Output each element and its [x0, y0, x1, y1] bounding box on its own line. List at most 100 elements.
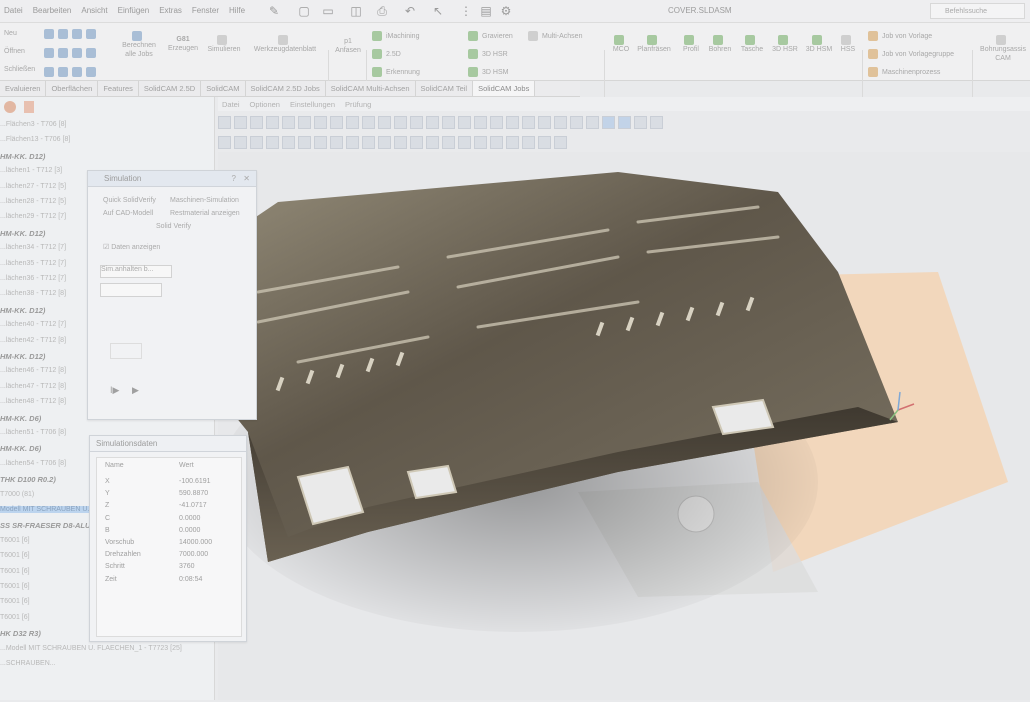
traffic-light-icon[interactable]: ⋮ — [458, 3, 474, 19]
view-tool-button[interactable] — [602, 115, 615, 129]
menu-5[interactable]: Fenster — [192, 6, 219, 15]
drill-button[interactable]: Bohren — [706, 35, 734, 54]
tree-item[interactable]: ...Flächen13 - T706 [8] — [0, 136, 70, 143]
view-tool-button[interactable] — [298, 115, 311, 129]
view-menu-1[interactable]: Optionen — [250, 100, 280, 109]
view-tool-button[interactable] — [250, 115, 263, 129]
view-tool-button[interactable] — [266, 135, 279, 149]
tab-8[interactable]: SolidCAM Jobs — [473, 81, 536, 96]
pin-icon[interactable]: ✎ — [266, 3, 282, 19]
tab-cad-model[interactable]: Auf CAD-Modell — [103, 210, 153, 217]
simulation-data-dialog[interactable]: Simulationsdaten Name Wert X -100.6191 Y 590… — [89, 435, 247, 642]
job-from-template-group-button[interactable]: Job von Vorlagegruppe — [868, 49, 954, 59]
engrave-button[interactable]: Gravieren — [468, 31, 513, 41]
view-tool-button[interactable] — [378, 115, 391, 129]
view-tool-button[interactable] — [234, 115, 247, 129]
multi-axis-button[interactable]: Multi-Achsen — [528, 31, 582, 41]
tab-4[interactable]: SolidCAM — [201, 81, 246, 96]
view-tool-button[interactable] — [282, 135, 295, 149]
calculate-all-jobs-button[interactable]: Berechnen alle Jobs — [118, 31, 160, 59]
tree-item[interactable]: ...lächen54 - T706 [8] — [0, 460, 66, 467]
view-menu-0[interactable]: Datei — [222, 100, 240, 109]
view-tool-button[interactable] — [426, 135, 439, 149]
tab-2[interactable]: Features — [98, 81, 139, 96]
options-icon[interactable]: ▤ — [478, 3, 494, 19]
new-document-icon[interactable]: ▢ — [296, 3, 312, 19]
view-tool-button[interactable] — [442, 135, 455, 149]
menu-6[interactable]: Hilfe — [229, 6, 245, 15]
view-tool-button[interactable] — [330, 115, 343, 129]
tree-item[interactable]: T6001 [6] — [0, 568, 30, 575]
tree-item[interactable]: HM-KK. D12) — [0, 229, 45, 238]
menu-2[interactable]: Ansicht — [81, 6, 107, 15]
tree-item[interactable]: ...lächen35 - T712 [7] — [0, 260, 66, 267]
tree-item[interactable]: HM-KK. D12) — [0, 352, 45, 361]
menu-0[interactable]: Datei — [4, 6, 23, 15]
view-tool-button[interactable] — [314, 115, 327, 129]
play-step-button[interactable]: I▶ — [110, 385, 119, 396]
view-tool-button[interactable] — [554, 115, 567, 129]
view-tool-button[interactable] — [266, 115, 279, 129]
tab-3[interactable]: SolidCAM 2.5D — [139, 81, 202, 96]
view-tool-button[interactable] — [282, 115, 295, 129]
tool-icon[interactable] — [24, 101, 35, 113]
mco-button[interactable]: MCO — [610, 35, 632, 54]
menu-3[interactable]: Einfügen — [118, 6, 150, 15]
view-tool-button[interactable] — [586, 115, 599, 129]
view-tool-button[interactable] — [618, 115, 631, 129]
tree-item[interactable]: ...lächen27 - T712 [5] — [0, 183, 66, 190]
pocket-button[interactable]: Tasche — [738, 35, 766, 54]
tree-item[interactable]: T6001 [6] — [0, 552, 30, 559]
view-tool-button[interactable] — [458, 115, 471, 129]
menu-1[interactable]: Bearbeiten — [33, 6, 72, 15]
view-tool-button[interactable] — [394, 115, 407, 129]
gear-icon[interactable]: ⚙ — [498, 3, 514, 19]
view-tool-button[interactable] — [346, 115, 359, 129]
3d-hsm-button[interactable]: 3D HSM — [468, 67, 508, 77]
view-tool-button[interactable] — [506, 135, 519, 149]
view-tool-button[interactable] — [474, 115, 487, 129]
view-tool-button[interactable] — [218, 115, 231, 129]
view-tool-button[interactable] — [250, 135, 263, 149]
generate-button[interactable]: G81 Erzeugen — [166, 35, 200, 53]
tab-solid-verify[interactable]: Solid Verify — [156, 223, 191, 230]
tree-item[interactable]: ...SCHRAUBEN... — [0, 660, 56, 667]
cam-tree-icon[interactable] — [4, 101, 16, 113]
tree-item[interactable]: ...lächen40 - T712 [7] — [0, 321, 66, 328]
tree-item[interactable]: ...lächen36 - T712 [7] — [0, 275, 66, 282]
view-tool-button[interactable] — [410, 115, 423, 129]
attach-button[interactable]: p1 Anfasen — [332, 37, 364, 55]
view-tool-button[interactable] — [554, 135, 567, 149]
view-tool-button[interactable] — [346, 135, 359, 149]
view-menu-3[interactable]: Prüfung — [345, 100, 371, 109]
view-tool-button[interactable] — [410, 135, 423, 149]
select-arrow-icon[interactable]: ↖ — [430, 3, 446, 19]
tree-item[interactable]: THK D100 R0.2) — [0, 475, 56, 484]
tab-rest-material[interactable]: Restmaterial anzeigen — [170, 210, 240, 217]
view-tool-button[interactable] — [458, 135, 471, 149]
view-tool-button[interactable] — [474, 135, 487, 149]
tab-0[interactable]: Evaluieren — [0, 81, 47, 96]
command-search-input[interactable]: Befehlssuche — [930, 3, 1025, 19]
tree-item[interactable]: T6001 [6] — [0, 537, 30, 544]
tree-item[interactable]: SS SR-FRAESER D8-ALU) — [0, 521, 93, 530]
save-icon[interactable]: ◫ — [348, 3, 364, 19]
machine-process-button[interactable]: Maschinenprozess — [868, 67, 940, 77]
tree-item[interactable]: ...lächen28 - T712 [5] — [0, 198, 66, 205]
3d-hsm-job-button[interactable]: 3D HSM — [804, 35, 834, 54]
view-tool-button[interactable] — [570, 115, 583, 129]
tree-item[interactable]: Modell MIT SCHRAUBEN U... — [0, 506, 94, 513]
hole-assistant-button[interactable]: Bohrungsassis CAM — [978, 35, 1028, 63]
view-tool-button[interactable] — [634, 115, 647, 129]
tool-sheet-button[interactable]: Werkzeugdatenblatt — [248, 35, 322, 54]
view-tool-button[interactable] — [330, 135, 343, 149]
view-tool-button[interactable] — [490, 115, 503, 129]
tree-item[interactable]: ...lächen38 - T712 [8] — [0, 290, 66, 297]
undo-icon[interactable]: ↶ — [402, 3, 418, 19]
simulate-button[interactable]: Simulieren — [204, 35, 244, 54]
tree-item[interactable]: ...Modell MIT SCHRAUBEN U. FLAECHEN_1 - … — [0, 645, 182, 652]
tab-7[interactable]: SolidCAM Teil — [416, 81, 474, 96]
2-5d-button[interactable]: 2.5D — [372, 49, 401, 59]
hss-button[interactable]: HSS — [838, 35, 858, 54]
view-tool-button[interactable] — [378, 135, 391, 149]
